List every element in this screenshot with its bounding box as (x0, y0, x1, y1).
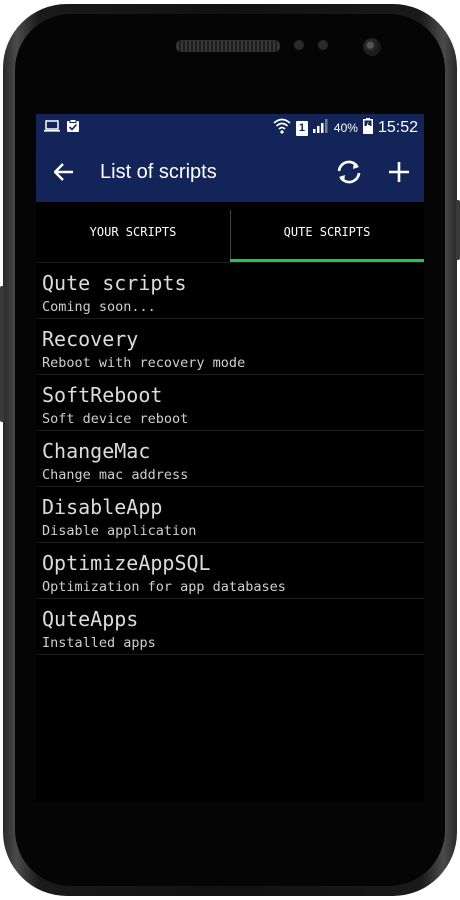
signal-icon (312, 118, 329, 138)
list-item[interactable]: Qute scripts Coming soon... (36, 263, 424, 319)
status-bar: 1 40% 15:52 (36, 114, 424, 142)
screen: 1 40% 15:52 List of scripts YOUR SCRIPTS… (36, 114, 424, 802)
script-subtitle: Disable application (42, 523, 197, 539)
script-title: Recovery (42, 327, 139, 351)
script-title: Qute scripts (42, 271, 187, 295)
list-item[interactable]: SoftReboot Soft device reboot (36, 375, 424, 431)
page-title: List of scripts (100, 160, 217, 183)
script-subtitle: Change mac address (42, 467, 189, 483)
earpiece-speaker (176, 40, 280, 52)
app-bar: List of scripts (36, 142, 424, 202)
front-camera (363, 38, 381, 56)
list-item[interactable]: ChangeMac Change mac address (36, 431, 424, 487)
script-title: QuteApps (42, 607, 139, 631)
script-list: Qute scripts Coming soon... Recovery Reb… (36, 263, 424, 655)
list-item[interactable]: Recovery Reboot with recovery mode (36, 319, 424, 375)
clipboard-check-icon (66, 118, 80, 138)
script-title: DisableApp (42, 495, 163, 519)
wifi-icon (273, 118, 291, 139)
add-script-button[interactable] (374, 142, 424, 202)
arrow-left-icon (54, 163, 73, 181)
back-button[interactable] (54, 163, 74, 181)
tab-bar: YOUR SCRIPTS QUTE SCRIPTS (36, 202, 424, 263)
list-item[interactable]: DisableApp Disable application (36, 487, 424, 543)
volume-button (0, 286, 4, 422)
battery-percent: 40% (333, 121, 358, 135)
proximity-sensor (294, 40, 304, 50)
script-subtitle: Reboot with recovery mode (42, 355, 246, 371)
script-title: SoftReboot (42, 383, 163, 407)
laptop-icon (44, 119, 60, 137)
sim-badge: 1 (295, 120, 308, 136)
list-item[interactable]: QuteApps Installed apps (36, 599, 424, 655)
status-bar-system: 1 40% 15:52 (273, 117, 418, 139)
clock: 15:52 (377, 119, 418, 136)
plus-icon (389, 162, 409, 182)
script-subtitle: Installed apps (42, 635, 156, 651)
list-item[interactable]: OptimizeAppSQL Optimization for app data… (36, 543, 424, 599)
battery-charging-icon (362, 117, 373, 139)
refresh-button[interactable] (324, 142, 374, 202)
script-subtitle: Soft device reboot (42, 411, 189, 427)
power-button (456, 200, 460, 260)
status-bar-notifications (44, 118, 80, 138)
script-title: OptimizeAppSQL (42, 551, 211, 575)
tab-your-scripts[interactable]: YOUR SCRIPTS (36, 202, 230, 262)
script-title: ChangeMac (42, 439, 151, 463)
sync-icon (337, 160, 361, 184)
script-subtitle: Optimization for app databases (42, 579, 286, 595)
script-subtitle: Coming soon... (42, 299, 156, 315)
tab-qute-scripts[interactable]: QUTE SCRIPTS (230, 202, 424, 262)
light-sensor (318, 40, 328, 50)
